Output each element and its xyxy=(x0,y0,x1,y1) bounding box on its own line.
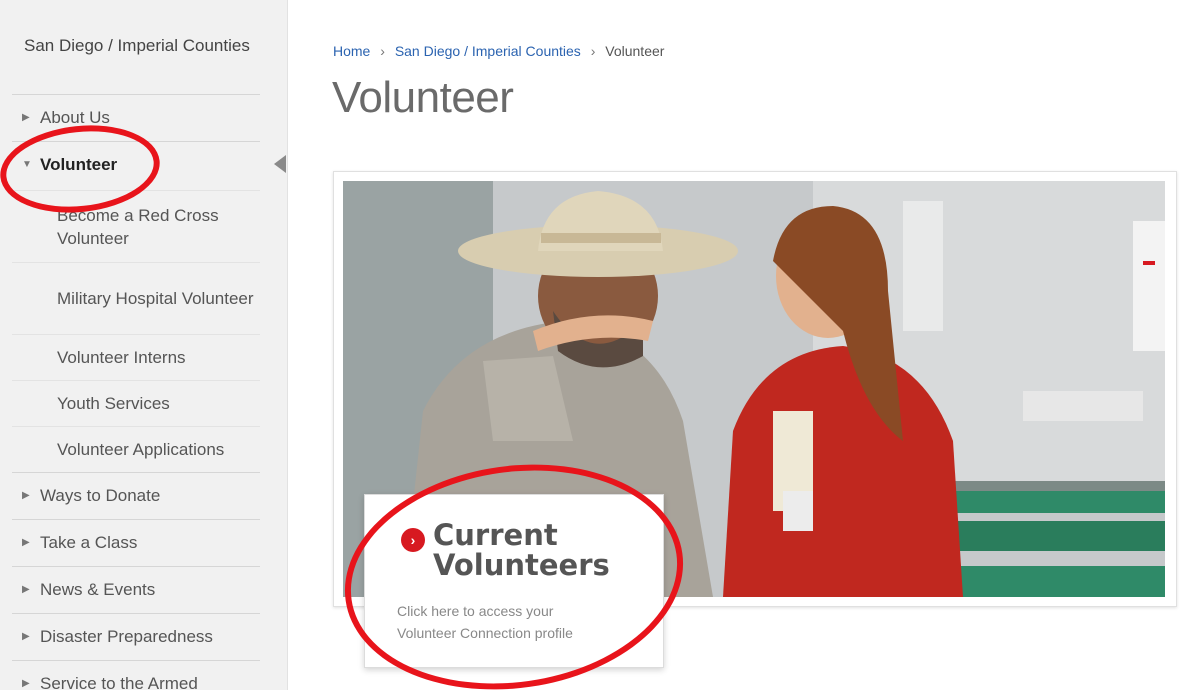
sidebar-item-label: Ways to Donate xyxy=(40,485,161,505)
sidebar-subitem-label: Become a Red Cross Volunteer xyxy=(57,205,219,248)
chevron-right-circle-icon: › xyxy=(401,528,425,552)
triangle-down-icon: ▼ xyxy=(22,159,32,170)
sidebar-subitem-youth-services[interactable]: Youth Services xyxy=(12,380,260,426)
breadcrumb: Home › San Diego / Imperial Counties › V… xyxy=(333,43,664,59)
cta-subtitle-line: Volunteer Connection profile xyxy=(397,625,573,641)
sidebar-region-title[interactable]: San Diego / Imperial Counties xyxy=(24,34,254,58)
sidebar-item-label: About Us xyxy=(40,107,110,127)
sidebar-subitem-interns[interactable]: Volunteer Interns xyxy=(12,334,260,380)
sidebar-subitem-become-volunteer[interactable]: Become a Red Cross Volunteer xyxy=(12,190,260,262)
cta-title-line: Volunteers xyxy=(433,548,610,582)
cta-subtitle-line: Click here to access your xyxy=(397,603,554,619)
triangle-right-icon: ▶ xyxy=(22,112,30,123)
triangle-right-icon: ▶ xyxy=(22,631,30,642)
page-title: Volunteer xyxy=(332,73,514,122)
triangle-right-icon: ▶ xyxy=(22,537,30,548)
breadcrumb-region-link[interactable]: San Diego / Imperial Counties xyxy=(395,43,581,59)
sidebar-nav: San Diego / Imperial Counties ▶ About Us… xyxy=(0,0,288,690)
sidebar-item-news-events[interactable]: ▶ News & Events xyxy=(12,566,260,612)
sidebar-item-label: Volunteer xyxy=(40,154,118,174)
triangle-right-icon: ▶ xyxy=(22,678,30,689)
sidebar-subitem-label: Youth Services xyxy=(57,394,170,413)
sidebar-item-ways-to-donate[interactable]: ▶ Ways to Donate xyxy=(12,472,260,518)
cta-title[interactable]: Current Volunteers xyxy=(433,520,610,580)
sidebar-item-label: Service to the Armed xyxy=(40,673,198,690)
sidebar-subitem-military-hospital[interactable]: Military Hospital Volunteer xyxy=(12,262,260,334)
cta-subtitle[interactable]: Click here to access your Volunteer Conn… xyxy=(397,600,647,644)
sidebar-subitem-label: Volunteer Applications xyxy=(57,440,225,459)
breadcrumb-separator: › xyxy=(380,43,385,59)
sidebar-subitem-label: Military Hospital Volunteer xyxy=(57,289,254,308)
triangle-right-icon: ▶ xyxy=(22,584,30,595)
sidebar-item-disaster-preparedness[interactable]: ▶ Disaster Preparedness xyxy=(12,613,260,659)
active-pointer-icon xyxy=(274,155,286,173)
sidebar-subitem-applications[interactable]: Volunteer Applications xyxy=(12,426,260,472)
breadcrumb-home-link[interactable]: Home xyxy=(333,43,370,59)
cta-title-line: Current xyxy=(433,518,558,552)
triangle-right-icon: ▶ xyxy=(22,490,30,501)
sidebar-item-about-us[interactable]: ▶ About Us xyxy=(12,94,260,140)
sidebar-item-label: Disaster Preparedness xyxy=(40,626,213,646)
sidebar-item-service-armed-forces[interactable]: ▶ Service to the Armed xyxy=(12,660,260,690)
sidebar-item-take-a-class[interactable]: ▶ Take a Class xyxy=(12,519,260,565)
sidebar-item-volunteer[interactable]: ▼ Volunteer xyxy=(12,141,260,187)
sidebar-subitem-label: Volunteer Interns xyxy=(57,348,186,367)
sidebar-item-label: News & Events xyxy=(40,579,156,599)
breadcrumb-separator: › xyxy=(590,43,596,59)
breadcrumb-current: Volunteer xyxy=(605,43,665,59)
sidebar-item-label: Take a Class xyxy=(40,532,138,552)
